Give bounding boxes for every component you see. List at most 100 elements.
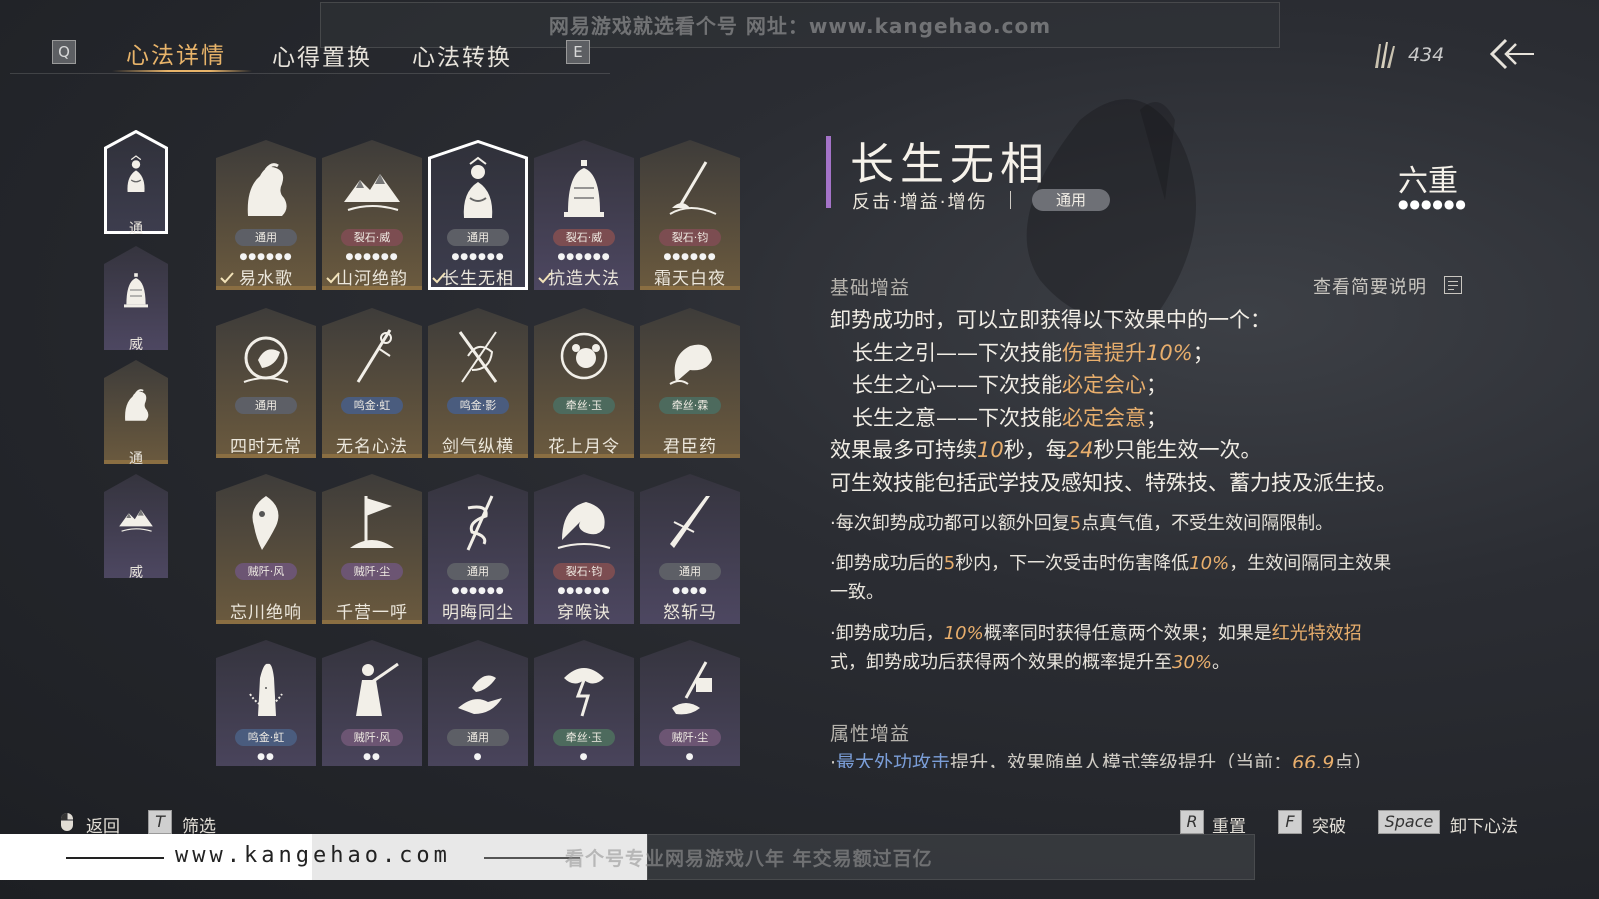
rank-dots: ●●●●●●: [345, 252, 399, 262]
rank-dots: ●●●●: [672, 586, 708, 596]
back-arrow-icon[interactable]: [1490, 36, 1536, 72]
desc-highlight: 伤害提升: [1062, 340, 1146, 365]
view-summary-link[interactable]: 查看简要说明: [1313, 273, 1427, 299]
title-accent-bar: [826, 136, 831, 208]
desc-text: 效果最多可持续: [830, 438, 977, 462]
xinfa-card[interactable]: 通用 ●●●●●● 长生无相: [428, 140, 528, 290]
school-tag: 裂石·威: [553, 229, 615, 246]
key-hint-f[interactable]: F: [1278, 810, 1302, 834]
category-filter-3[interactable]: 威: [104, 474, 168, 581]
attr-number: 66.9: [1292, 752, 1335, 768]
category-filter-2[interactable]: 通: [104, 360, 168, 467]
xinfa-card[interactable]: 贼阡·风 ●●: [322, 640, 422, 766]
key-hint-r[interactable]: R: [1180, 810, 1204, 834]
school-tag: 牵丝·霖: [659, 397, 721, 414]
lightning-tree-icon: [554, 656, 614, 720]
xinfa-card[interactable]: 贼阡·尘 ●: [640, 640, 740, 766]
category-filter-0[interactable]: 通: [104, 129, 168, 237]
summary-toggle-icon[interactable]: [1444, 276, 1462, 294]
xinfa-card[interactable]: 裂石·威 ●●●●●● 山河绝韵: [322, 140, 422, 290]
prayer-hands-icon: [236, 656, 296, 720]
desc-text: 卸势成功时，可以立即获得以下效果中的一个：: [830, 308, 1271, 332]
note-text: 式，卸势成功后获得两个效果的概率提升至: [830, 652, 1172, 673]
rank-dots: ●●: [257, 752, 275, 762]
note-number: 30%: [1172, 652, 1213, 673]
traits-divider: [1010, 191, 1011, 209]
tab-xinfa-convert[interactable]: 心法转换: [412, 38, 512, 72]
desc-text: 长生之引——下次技能: [852, 340, 1062, 365]
note-text: ·每次卸势成功都可以额外回复: [830, 513, 1070, 534]
xinfa-card[interactable]: 贼阡·尘 千营一呼: [322, 474, 422, 624]
warrior-icon: [342, 656, 402, 720]
xinfa-card[interactable]: 通用 四时无常: [216, 308, 316, 458]
section-basic-heading: 基础增益: [830, 277, 911, 299]
desc-line: 可生效技能包括武学技及感知技、特殊技、蓄力技及派生技。: [830, 467, 1470, 500]
xinfa-card[interactable]: 牵丝·霖君臣药: [640, 308, 740, 458]
attr-line: ·最大外功攻击提升，效果随单人模式等级提升（当前：66.9点）: [830, 748, 1470, 768]
key-hint-q[interactable]: Q: [52, 40, 76, 64]
xinfa-card[interactable]: 裂石·钧 ●●●●●● 穿喉诀: [534, 474, 634, 624]
bell-icon: [554, 156, 614, 220]
xinfa-card[interactable]: 裂石·钧 ●●●●●● 霜天白夜: [640, 140, 740, 290]
school-tag: 通用: [659, 563, 721, 580]
blade-icon: [660, 490, 720, 554]
xinfa-card[interactable]: 通用 ●●●●●● 明晦同尘: [428, 474, 528, 624]
xinfa-card[interactable]: 鸣金·虹无名心法: [322, 308, 422, 458]
xinfa-card[interactable]: 通用 ●●●● 怒斩马: [640, 474, 740, 624]
key-hint-e[interactable]: E: [566, 40, 590, 64]
buddha-icon: [448, 156, 508, 220]
key-hint-t[interactable]: T: [148, 810, 172, 834]
school-tag: 通用: [235, 397, 297, 414]
breakthrough-button[interactable]: 突破: [1312, 812, 1346, 837]
category-label: 通: [129, 451, 143, 467]
mountain-icon: [342, 156, 402, 220]
note-number: 5: [1069, 513, 1082, 534]
feather-currency-icon: [1375, 42, 1395, 68]
desc-text: 长生之心——下次技能: [852, 373, 1062, 397]
xinfa-name: 无名心法: [336, 437, 408, 457]
school-tag: 裂石·威: [341, 229, 403, 246]
mountain-icon: [118, 498, 154, 538]
xinfa-traits: 反击·增益·增伤: [852, 192, 988, 213]
watermark-rule-left: [66, 857, 164, 859]
sword-icon: [342, 324, 402, 388]
attr-text: 点）: [1334, 752, 1373, 768]
xinfa-card[interactable]: 通用 ●: [428, 640, 528, 766]
xinfa-card[interactable]: 牵丝·玉 ●: [534, 640, 634, 766]
note-text: 一致。: [830, 582, 884, 603]
tab-xinfa-details[interactable]: 心法详情: [126, 36, 226, 70]
school-tag: 贼阡·风: [235, 563, 297, 580]
watermark-url: www.kangehao.com: [175, 843, 451, 868]
xinfa-rank-dots: ●●●●●●: [1398, 197, 1467, 211]
currency-amount: 434: [1408, 44, 1445, 66]
note-text: 概率同时获得任意两个效果；如果是: [983, 623, 1272, 644]
xinfa-name: 明晦同尘: [442, 603, 514, 623]
spear-icon: [660, 156, 720, 220]
xinfa-name: 君臣药: [663, 437, 717, 457]
xinfa-card[interactable]: 鸣金·影 剑气纵横: [428, 308, 528, 458]
category-filter-1[interactable]: 威: [104, 246, 168, 353]
xinfa-name: 千营一呼: [336, 603, 408, 623]
category-label: 通: [129, 221, 143, 237]
xinfa-rank: 六重: [1398, 164, 1458, 199]
wave-icon: [554, 490, 614, 554]
background-buddha-silhouette-icon: [1026, 99, 1196, 320]
attr-highlight: 最大外功攻击: [836, 752, 951, 768]
desc-line: 长生之心——下次技能必定会心；: [830, 369, 1470, 402]
xinfa-card[interactable]: 贼阡·风 忘川绝响: [216, 474, 316, 624]
school-tag: 鸣金·虹: [341, 397, 403, 414]
desc-number: 24: [1066, 438, 1094, 462]
ghost-icon: [236, 490, 296, 554]
key-hint-space[interactable]: Space: [1378, 810, 1440, 834]
xinfa-school-tag: 通用: [1032, 189, 1110, 211]
tab-xinde-swap[interactable]: 心得置换: [272, 38, 372, 72]
xinfa-card[interactable]: 牵丝·玉 花上月令: [534, 308, 634, 458]
desc-text: ；: [1192, 340, 1214, 365]
xinfa-card[interactable]: 通用 ●●●●●● 易水歌: [216, 140, 316, 290]
xinfa-card[interactable]: 裂石·威 ●●●●●● 抗造大法: [534, 140, 634, 290]
crossed-swords-icon: [448, 324, 508, 388]
moon-rabbit-icon: [236, 324, 296, 388]
school-tag: 通用: [447, 729, 509, 746]
xinfa-card[interactable]: 鸣金·虹 ●●: [216, 640, 316, 766]
unequip-button[interactable]: 卸下心法: [1450, 812, 1518, 837]
